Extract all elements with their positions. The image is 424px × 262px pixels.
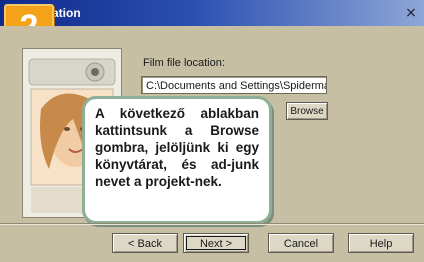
instruction-text: A következő ablakban kattintsunk a Brows…	[95, 106, 259, 189]
close-icon[interactable]: ×	[404, 6, 418, 20]
help-button[interactable]: Help	[348, 233, 414, 253]
window-titlebar: ation ×	[0, 0, 424, 26]
browse-button[interactable]: Browse	[286, 102, 328, 120]
film-file-location-label: Film file location:	[143, 57, 225, 69]
window-title: ation	[52, 6, 81, 20]
next-button[interactable]: Next >	[183, 233, 249, 253]
button-separator	[0, 223, 424, 225]
instruction-callout: A következő ablakban kattintsunk a Brows…	[82, 96, 272, 224]
film-file-location-input[interactable]: C:\Documents and Settings\Spiderman	[141, 76, 327, 94]
cancel-button[interactable]: Cancel	[268, 233, 334, 253]
back-button[interactable]: < Back	[112, 233, 178, 253]
